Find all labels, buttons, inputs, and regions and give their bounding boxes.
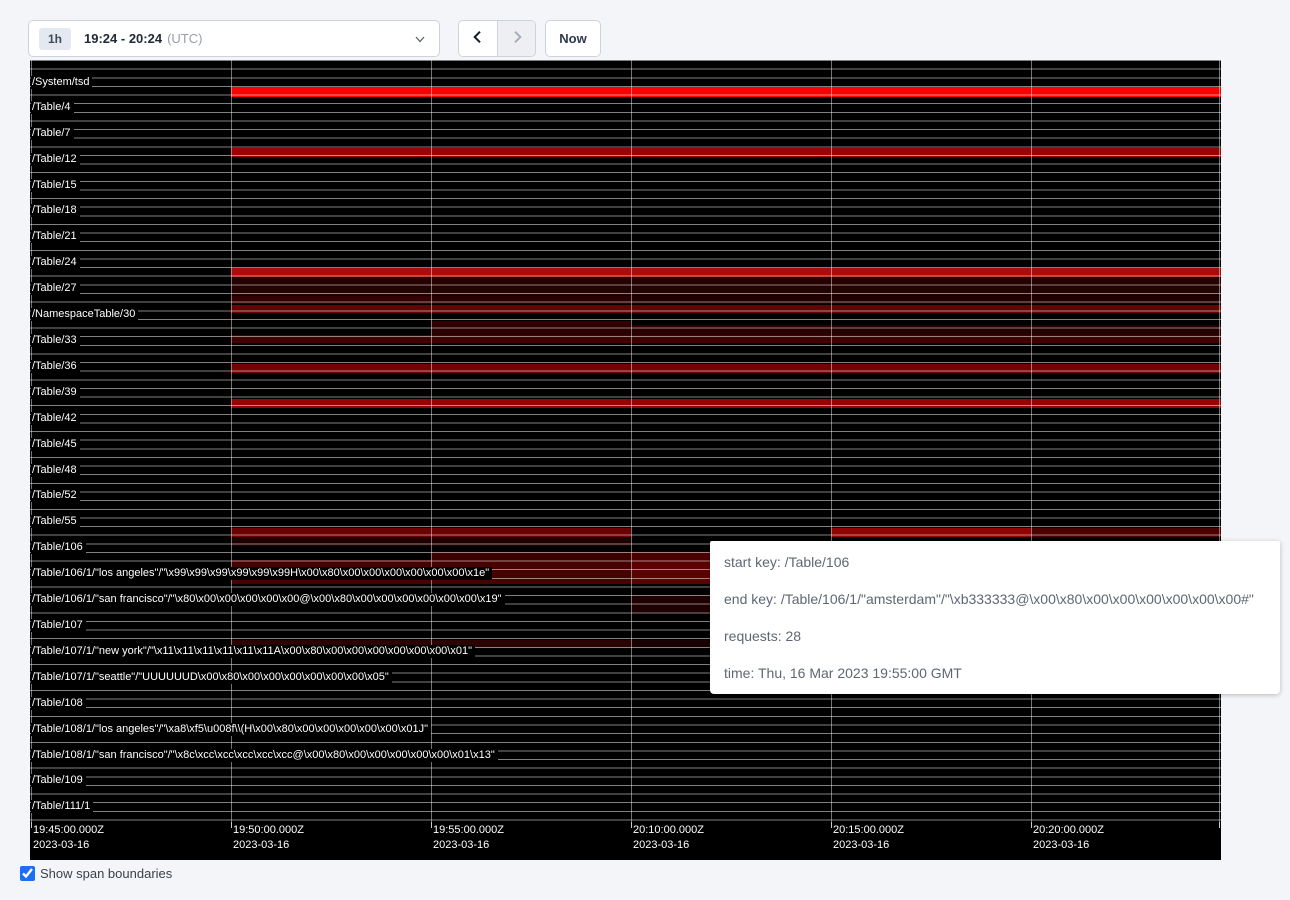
span-row-label: /Table/24 — [31, 256, 80, 269]
span-row-label: /Table/48 — [31, 464, 80, 477]
time-gridline — [231, 60, 232, 822]
span-row-label: /Table/33 — [31, 334, 80, 347]
time-axis-label: 19:45:00.000Z2023-03-16 — [33, 823, 104, 853]
span-row-label: /Table/36 — [31, 360, 80, 373]
tooltip-start-key: start key: /Table/106 — [724, 554, 1266, 570]
heatmap-band — [231, 335, 1221, 343]
show-span-boundaries-label: Show span boundaries — [40, 866, 172, 881]
span-row-label: /Table/39 — [31, 386, 80, 399]
span-row-label: /NamespaceTable/30 — [31, 308, 138, 321]
heatmap-band — [231, 296, 431, 304]
span-row-label: /Table/107/1/"seattle"/"UUUUUUD\x00\x80\… — [31, 671, 392, 684]
heatmap-band — [831, 528, 1031, 537]
span-row-label: /Table/108/1/"san francisco"/"\x8c\xcc\x… — [31, 749, 498, 762]
heatmap-band — [231, 268, 1221, 277]
time-zone-label: (UTC) — [167, 31, 202, 46]
time-gridline — [831, 60, 832, 822]
span-row-label: /Table/108 — [31, 697, 86, 710]
span-row-label: /Table/109 — [31, 774, 86, 787]
heatmap-band — [631, 296, 1221, 304]
heatmap-band — [231, 399, 1221, 408]
span-tooltip: start key: /Table/106 end key: /Table/10… — [710, 541, 1280, 694]
span-row-label: /Table/55 — [31, 515, 80, 528]
time-axis-label: 20:20:00.000Z2023-03-16 — [1033, 823, 1104, 853]
axis-tick — [431, 822, 432, 828]
now-button[interactable]: Now — [545, 20, 601, 57]
heatmap-plot[interactable]: /System/tsd/Table/4/Table/7/Table/12/Tab… — [30, 60, 1221, 822]
span-row-label: /Table/27 — [31, 282, 80, 295]
axis-tick — [31, 822, 32, 828]
time-gridline — [431, 60, 432, 822]
span-row-label: /Table/42 — [31, 412, 80, 425]
footer: Show span boundaries — [20, 866, 172, 881]
span-row-label: /Table/106 — [31, 541, 86, 554]
prev-time-button[interactable] — [459, 21, 497, 56]
time-gridline — [631, 60, 632, 822]
span-row-label: /Table/15 — [31, 179, 80, 192]
span-row-label: /System/tsd — [31, 76, 92, 89]
span-boundary-lines — [30, 60, 1221, 822]
chevron-right-icon — [509, 29, 525, 48]
heatmap-band — [431, 552, 631, 560]
span-row-label: /Table/7 — [31, 127, 74, 140]
heatmap-band — [431, 325, 831, 335]
axis-tick — [631, 822, 632, 828]
axis-tick — [1219, 822, 1220, 828]
span-row-label: /Table/12 — [31, 153, 80, 166]
time-gridline — [1031, 60, 1032, 822]
key-visualizer-heatmap[interactable]: /System/tsd/Table/4/Table/7/Table/12/Tab… — [30, 60, 1221, 860]
heatmap-band — [1031, 528, 1221, 537]
axis-tick — [831, 822, 832, 828]
chevron-left-icon — [470, 29, 486, 48]
heatmap-band — [231, 305, 1221, 313]
span-row-label: /Table/21 — [31, 230, 80, 243]
heatmap-band — [231, 528, 631, 537]
span-row-label: /Table/106/1/"san francisco"/"\x80\x00\x… — [31, 593, 505, 606]
heatmap-band — [231, 640, 631, 648]
show-span-boundaries-checkbox[interactable] — [20, 866, 35, 881]
time-axis-label: 19:55:00.000Z2023-03-16 — [433, 823, 504, 853]
tooltip-requests: requests: 28 — [724, 628, 1266, 644]
heatmap-band — [831, 325, 1221, 335]
heatmap-band — [231, 364, 1221, 373]
heatmap-band — [231, 148, 1221, 157]
tooltip-end-key: end key: /Table/106/1/"amsterdam"/"\xb33… — [724, 591, 1266, 607]
span-row-label: /Table/111/1 — [31, 800, 93, 813]
time-gridline — [1219, 60, 1220, 822]
heatmap-band — [231, 538, 631, 546]
toolbar: 1h 19:24 - 20:24 (UTC) Now — [0, 0, 1290, 60]
span-row-label: /Table/45 — [31, 438, 80, 451]
axis-tick — [231, 822, 232, 828]
heatmap-band — [231, 560, 631, 584]
time-preset-badge: 1h — [39, 28, 71, 50]
span-row-label: /Table/4 — [31, 101, 74, 114]
heatmap-band — [231, 278, 1221, 295]
span-row-label: /Table/108/1/"los angeles"/"\xa8\xf5\u00… — [31, 723, 431, 736]
time-axis-label: 20:10:00.000Z2023-03-16 — [633, 823, 704, 853]
next-time-button[interactable] — [497, 21, 535, 56]
chevron-down-icon — [414, 33, 426, 45]
time-gridline — [31, 60, 32, 822]
axis-tick — [1031, 822, 1032, 828]
tooltip-time: time: Thu, 16 Mar 2023 19:55:00 GMT — [724, 665, 1266, 681]
heatmap-band — [231, 87, 1221, 97]
time-range-label: 19:24 - 20:24 — [84, 31, 162, 46]
time-axis-label: 19:50:00.000Z2023-03-16 — [233, 823, 304, 853]
time-nav-group — [458, 20, 536, 57]
span-row-label: /Table/107 — [31, 619, 86, 632]
time-range-selector[interactable]: 1h 19:24 - 20:24 (UTC) — [28, 20, 440, 57]
heatmap-band — [431, 296, 631, 304]
span-row-label: /Table/18 — [31, 204, 80, 217]
span-row-label: /Table/52 — [31, 489, 80, 502]
time-axis-label: 20:15:00.000Z2023-03-16 — [833, 823, 904, 853]
